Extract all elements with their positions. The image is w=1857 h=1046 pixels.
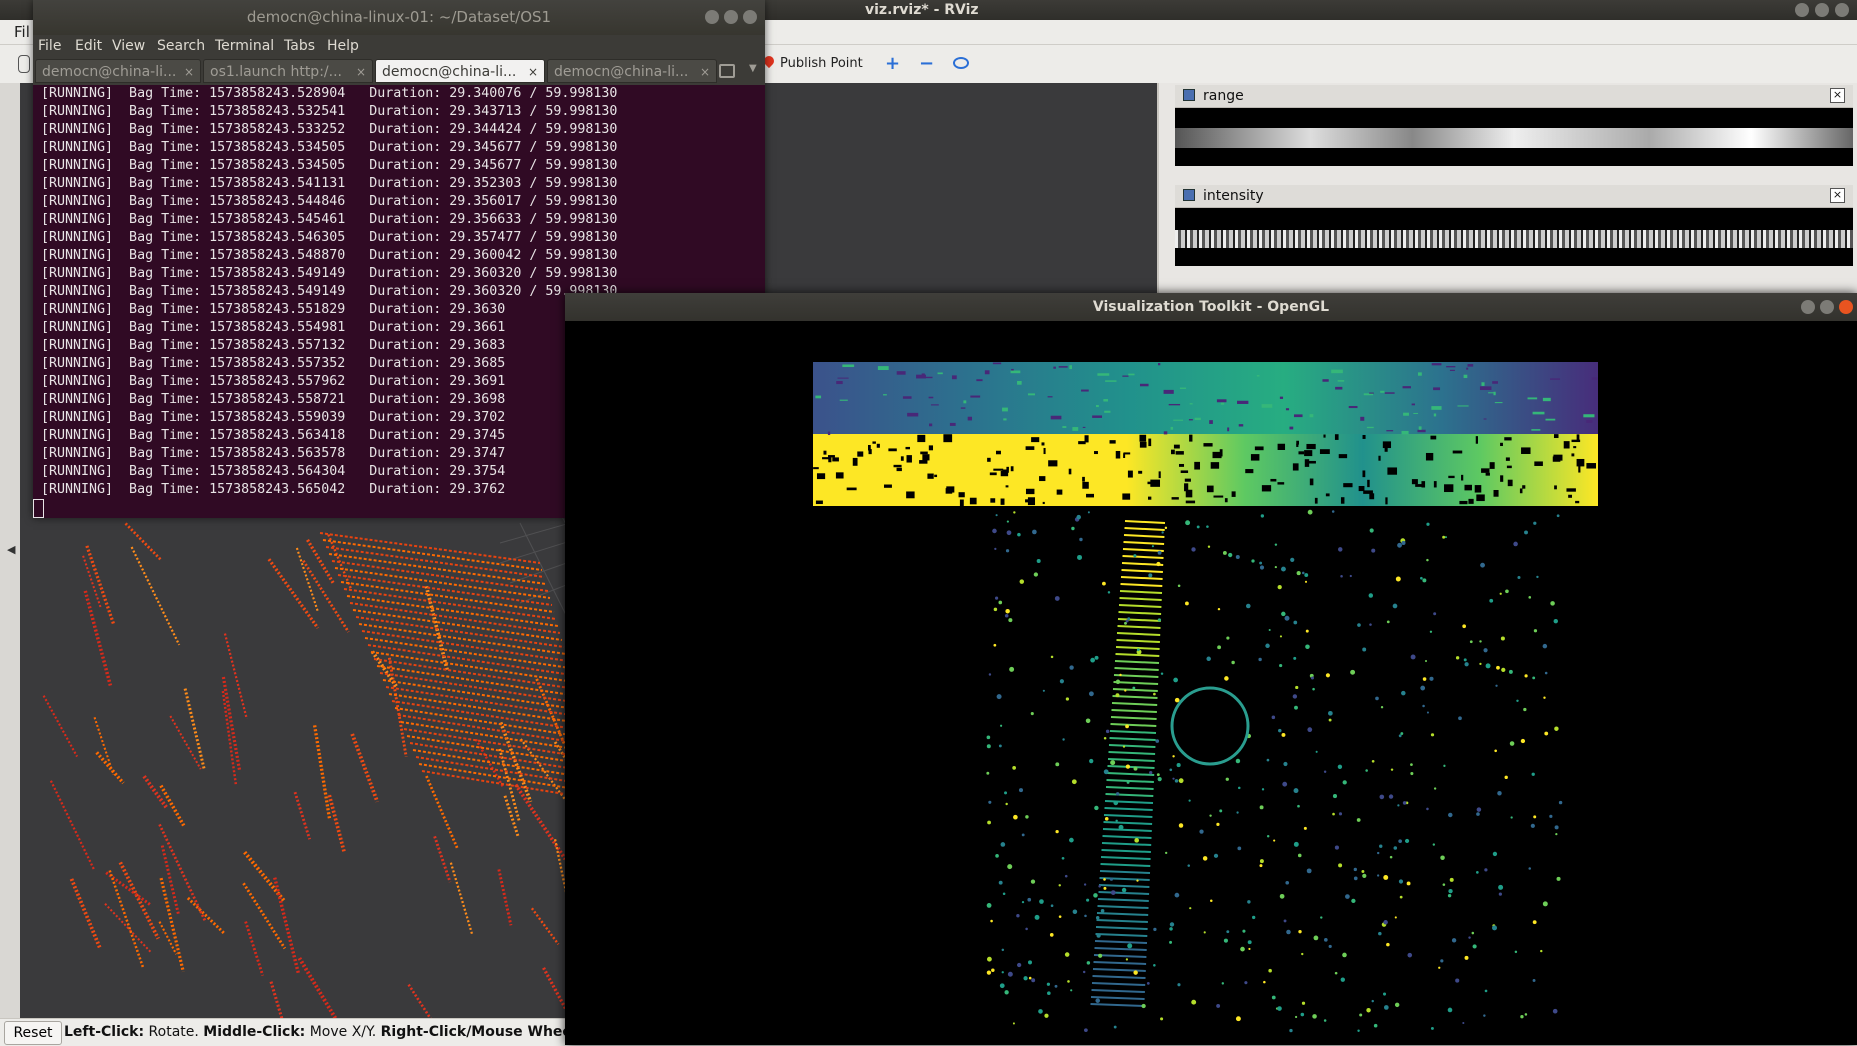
new-tab-icon[interactable]: [719, 64, 735, 78]
minimize-icon[interactable]: [1801, 300, 1815, 314]
terminal-line: [RUNNING] Bag Time: 1573858243.548870 Du…: [41, 248, 618, 263]
view-eye-icon[interactable]: [953, 57, 969, 69]
close-icon[interactable]: [743, 10, 757, 24]
terminal-menubar: File Edit View Search Terminal Tabs Help: [33, 35, 765, 57]
image-display-icon: [1183, 89, 1195, 101]
terminal-titlebar[interactable]: democn@china-linux-01: ~/Dataset/OS1: [33, 0, 765, 35]
vtk-titlebar[interactable]: Visualization Toolkit - OpenGL: [565, 293, 1857, 321]
terminal-line: [RUNNING] Bag Time: 1573858243.554981 Du…: [41, 320, 506, 335]
terminal-line: [RUNNING] Bag Time: 1573858243.563418 Du…: [41, 428, 506, 443]
close-icon[interactable]: ×: [1830, 88, 1845, 103]
terminal-line: [RUNNING] Bag Time: 1573858243.534505 Du…: [41, 140, 618, 155]
terminal-line: [RUNNING] Bag Time: 1573858243.551829 Du…: [41, 302, 506, 317]
intensity-panel-label: intensity: [1203, 188, 1264, 204]
maximize-icon[interactable]: [1815, 3, 1829, 17]
terminal-line: [RUNNING] Bag Time: 1573858243.563578 Du…: [41, 446, 506, 461]
tab-label: democn@china-li...: [554, 64, 689, 80]
terminal-line: [RUNNING] Bag Time: 1573858243.558721 Du…: [41, 392, 506, 407]
terminal-line: [RUNNING] Bag Time: 1573858243.564304 Du…: [41, 464, 506, 479]
terminal-line: [RUNNING] Bag Time: 1573858243.557352 Du…: [41, 356, 506, 371]
intensity-image-panel[interactable]: intensity ×: [1175, 185, 1853, 266]
vtk-range-intensity-image: [813, 362, 1598, 507]
close-tab-icon[interactable]: ×: [700, 60, 710, 82]
terminal-tab[interactable]: democn@china-li... ×: [35, 59, 201, 83]
vtk-render-view[interactable]: [565, 321, 1857, 1045]
range-image-panel[interactable]: range ×: [1175, 85, 1853, 166]
maximize-icon[interactable]: [724, 10, 738, 24]
range-panel-title: range ×: [1175, 85, 1853, 108]
tab-list-arrow-icon[interactable]: ▼: [749, 63, 757, 74]
terminal-line: [RUNNING] Bag Time: 1573858243.557132 Du…: [41, 338, 506, 353]
vtk-window[interactable]: Visualization Toolkit - OpenGL: [565, 293, 1857, 1045]
terminal-line: [RUNNING] Bag Time: 1573858243.559039 Du…: [41, 410, 506, 425]
terminal-line: [RUNNING] Bag Time: 1573858243.544846 Du…: [41, 194, 618, 209]
terminal-line: [RUNNING] Bag Time: 1573858243.549149 Du…: [41, 266, 618, 281]
close-tab-icon[interactable]: ×: [184, 60, 194, 82]
vtk-pointcloud: [813, 362, 1598, 1033]
terminal-line: [RUNNING] Bag Time: 1573858243.532541 Du…: [41, 104, 618, 119]
reset-button[interactable]: Reset: [4, 1021, 62, 1045]
terminal-line: [RUNNING] Bag Time: 1573858243.557962 Du…: [41, 374, 506, 389]
zoom-out-icon[interactable]: −: [919, 53, 934, 74]
rviz-displays-collapsed[interactable]: ◀: [0, 83, 21, 1018]
menu-tabs[interactable]: Tabs: [284, 35, 315, 57]
terminal-tab-active[interactable]: democn@china-li... ×: [375, 59, 545, 83]
rviz-window-title: viz.rviz* - RViz: [865, 2, 979, 18]
collapse-arrow-icon[interactable]: ◀: [7, 543, 15, 556]
menu-help[interactable]: Help: [327, 35, 359, 57]
menu-search[interactable]: Search: [157, 35, 205, 57]
minimize-icon[interactable]: [705, 10, 719, 24]
range-panel-label: range: [1203, 88, 1244, 104]
terminal-line: [RUNNING] Bag Time: 1573858243.528904 Du…: [41, 86, 618, 101]
tab-label: os1.launch http:/...: [210, 64, 342, 80]
range-image: [1175, 108, 1853, 166]
tab-label: democn@china-li...: [382, 64, 517, 80]
close-icon[interactable]: [1835, 3, 1849, 17]
terminal-line: [RUNNING] Bag Time: 1573858243.541131 Du…: [41, 176, 618, 191]
menu-terminal[interactable]: Terminal: [215, 35, 274, 57]
maximize-icon[interactable]: [1820, 300, 1834, 314]
terminal-line: [RUNNING] Bag Time: 1573858243.565042 Du…: [41, 482, 506, 497]
publish-point-tool[interactable]: Publish Point: [780, 45, 863, 83]
interact-tool-icon[interactable]: [18, 55, 30, 73]
intensity-panel-title: intensity ×: [1175, 185, 1853, 208]
mouse-help-text: Left-Click: Rotate. Middle-Click: Move X…: [64, 1024, 596, 1040]
minimize-icon[interactable]: [1795, 3, 1809, 17]
close-tab-icon[interactable]: ×: [528, 60, 538, 82]
intensity-image: [1175, 208, 1853, 266]
terminal-line: [RUNNING] Bag Time: 1573858243.545461 Du…: [41, 212, 618, 227]
close-icon[interactable]: [1839, 300, 1853, 314]
zoom-in-icon[interactable]: +: [885, 53, 900, 74]
rviz-menu-file[interactable]: Fil: [14, 23, 30, 41]
close-tab-icon[interactable]: ×: [356, 60, 366, 82]
terminal-title: democn@china-linux-01: ~/Dataset/OS1: [246, 8, 552, 26]
terminal-line: [RUNNING] Bag Time: 1573858243.533252 Du…: [41, 122, 618, 137]
terminal-tab[interactable]: os1.launch http:/... ×: [203, 59, 373, 83]
terminal-line: [RUNNING] Bag Time: 1573858243.534505 Du…: [41, 158, 618, 173]
image-display-icon: [1183, 189, 1195, 201]
close-icon[interactable]: ×: [1830, 188, 1845, 203]
menu-file[interactable]: File: [38, 35, 61, 57]
menu-view[interactable]: View: [112, 35, 145, 57]
terminal-tabbar: democn@china-li... × os1.launch http:/...…: [33, 57, 765, 85]
menu-edit[interactable]: Edit: [75, 35, 102, 57]
vtk-window-title: Visualization Toolkit - OpenGL: [1092, 299, 1330, 315]
terminal-cursor: [33, 499, 44, 518]
tab-label: democn@china-li...: [42, 64, 177, 80]
terminal-line: [RUNNING] Bag Time: 1573858243.546305 Du…: [41, 230, 618, 245]
terminal-tab[interactable]: democn@china-li... ×: [547, 59, 717, 83]
terminal-line: [RUNNING] Bag Time: 1573858243.549149 Du…: [41, 284, 618, 299]
